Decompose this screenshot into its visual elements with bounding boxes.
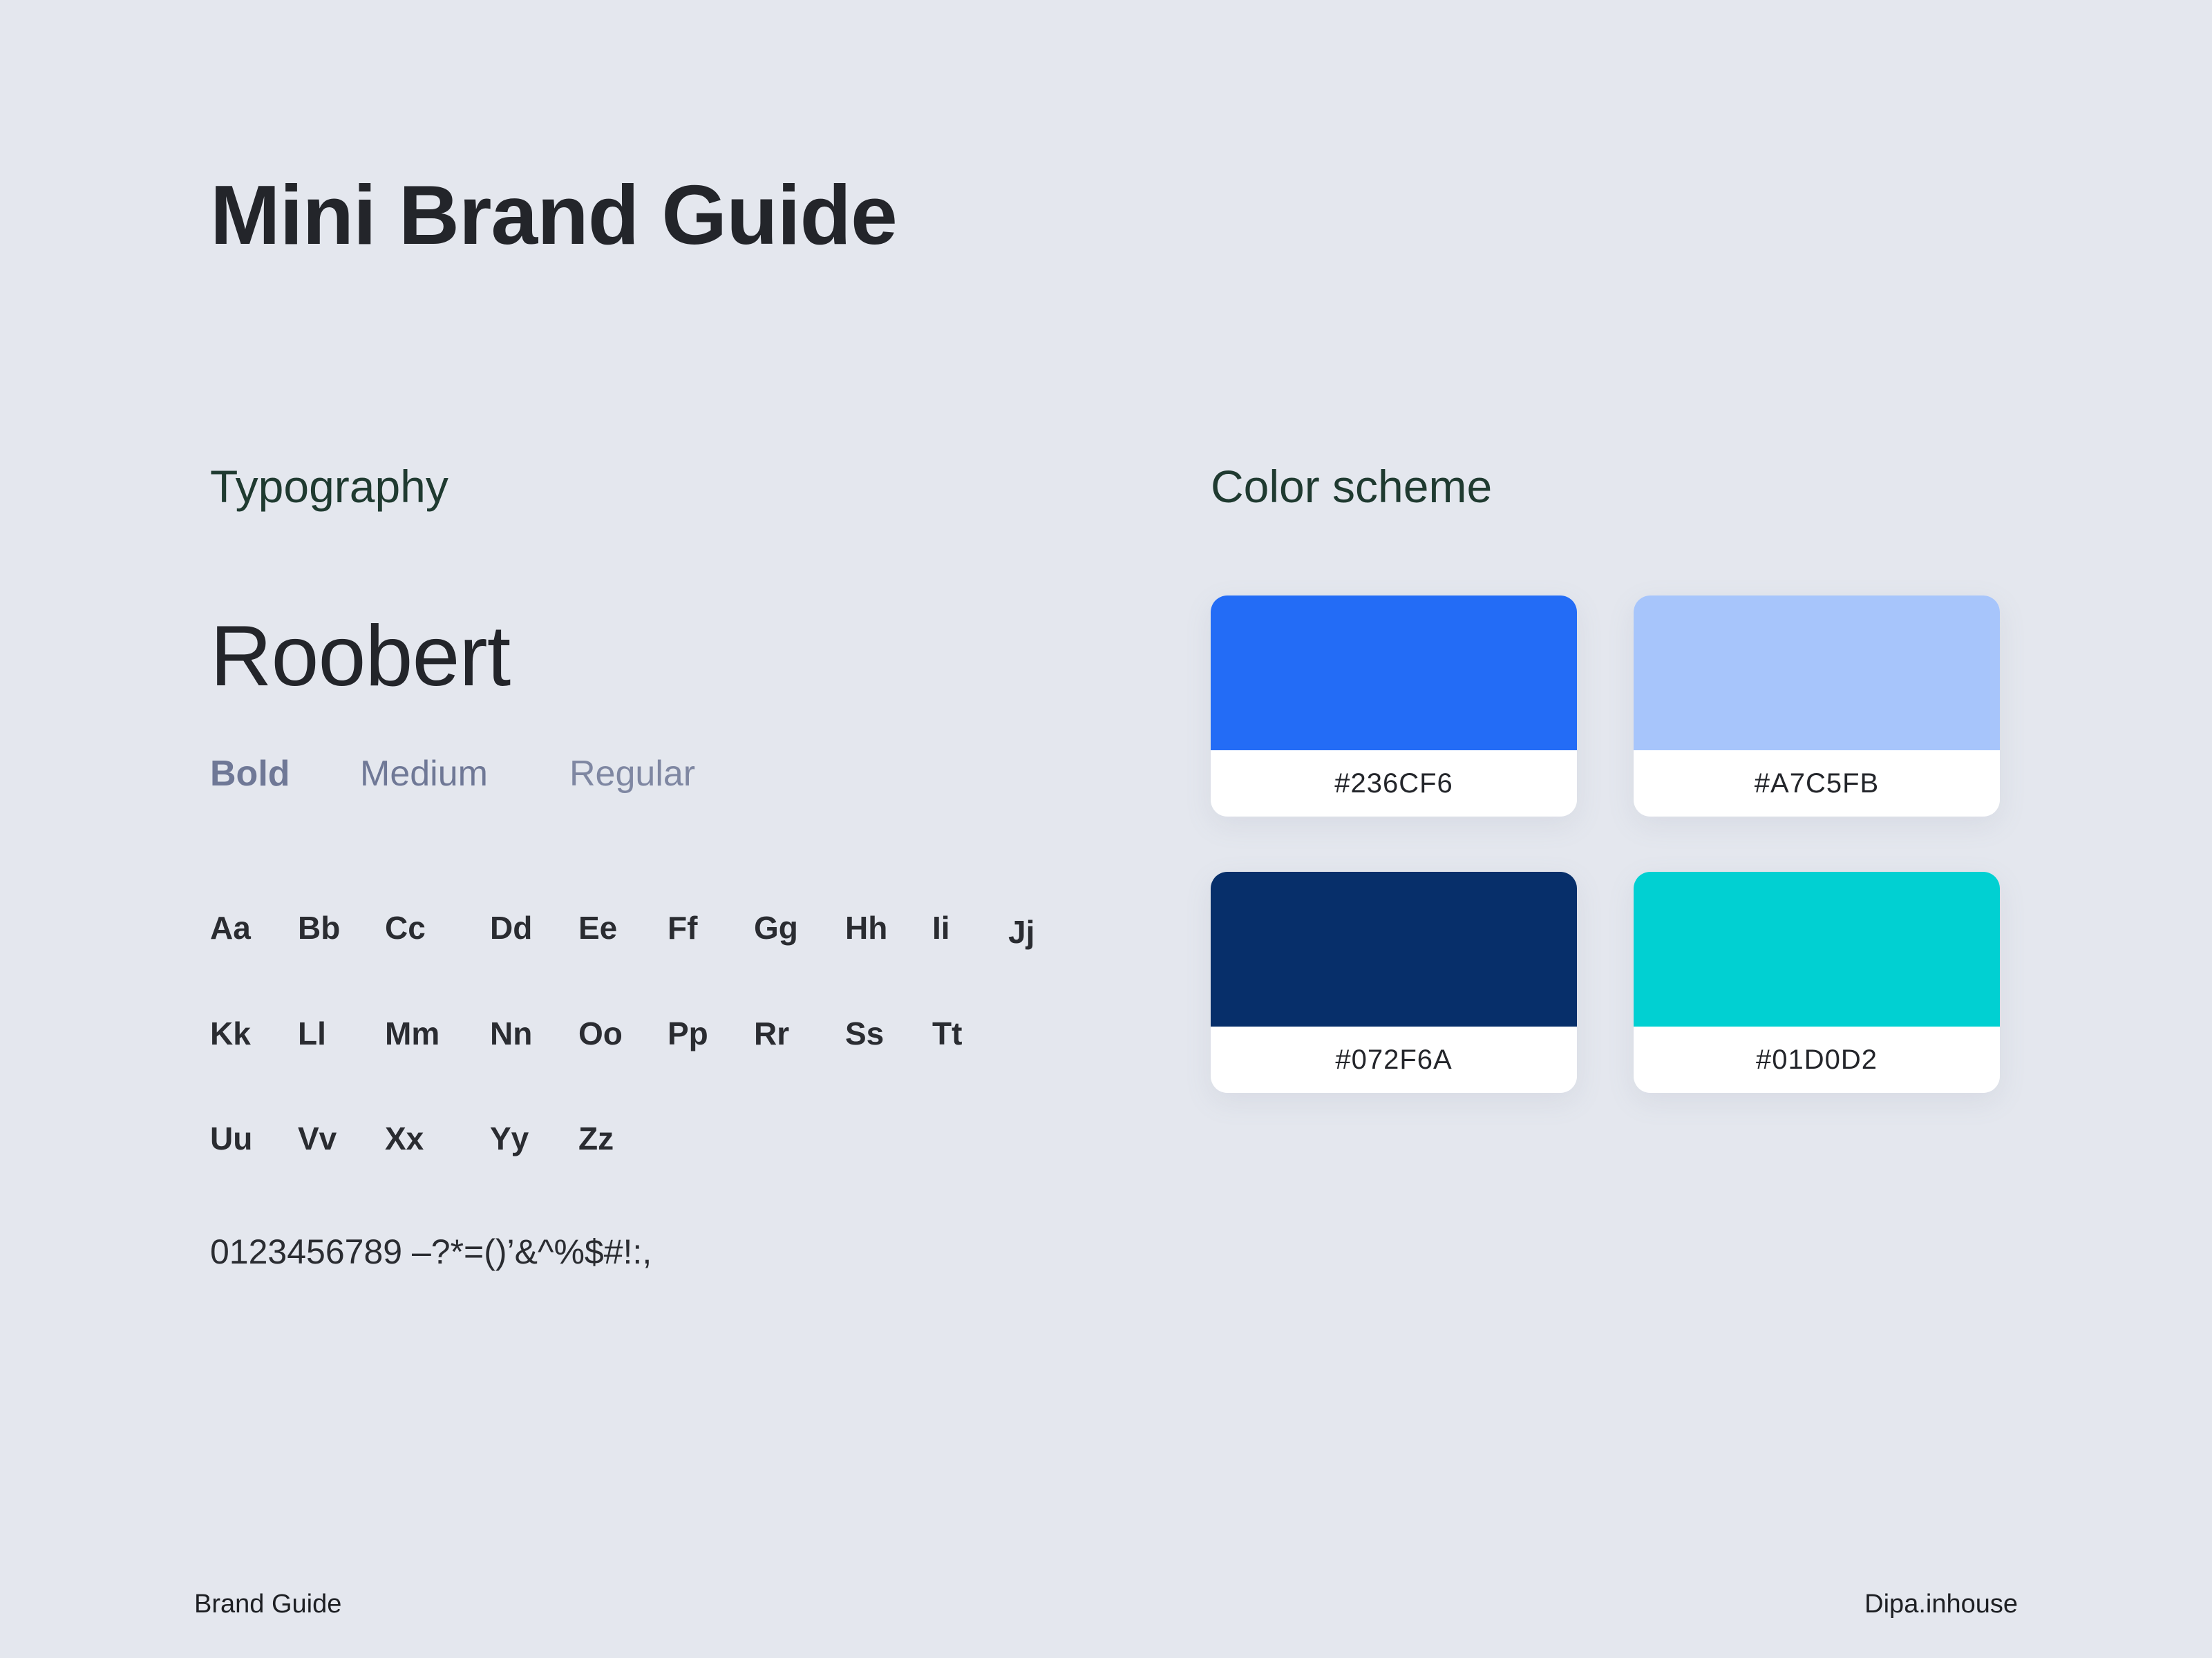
color-hex-label: #236CF6 (1334, 768, 1453, 799)
color-swatch-card: #236CF6 (1211, 595, 1577, 817)
typography-heading: Typography (210, 461, 448, 512)
color-scheme-heading: Color scheme (1211, 461, 1493, 512)
glyph-pair: Xx (385, 1121, 424, 1156)
glyph-pair: Ii (932, 910, 950, 946)
weight-bold: Bold (210, 754, 290, 794)
color-hex-label: #072F6A (1335, 1045, 1453, 1075)
color-swatch-fill (1211, 595, 1577, 750)
color-hex-label: #01D0D2 (1755, 1045, 1878, 1075)
glyph-pair: Ee (578, 910, 618, 946)
glyph-pair: Aa (210, 910, 251, 946)
color-swatch-fill (1211, 872, 1577, 1027)
color-swatch-fill (1634, 872, 2000, 1027)
weight-regular: Regular (569, 754, 696, 794)
glyph-pair: Yy (490, 1121, 529, 1156)
color-swatch-card: #072F6A (1211, 872, 1577, 1093)
glyph-pair: Rr (754, 1016, 790, 1051)
glyph-pair: Hh (845, 910, 888, 946)
footer-author: Dipa.inhouse (1864, 1590, 2018, 1619)
glyph-pair: Pp (668, 1016, 708, 1051)
glyph-pair: Ll (298, 1016, 326, 1051)
glyph-pair: Zz (578, 1121, 614, 1156)
glyph-pair: Kk (210, 1016, 251, 1051)
glyph-pair: Oo (578, 1016, 623, 1051)
color-hex-label: #A7C5FB (1754, 768, 1880, 799)
color-swatch-card: #A7C5FB (1634, 595, 2000, 817)
glyph-pair: Cc (385, 910, 426, 946)
glyph-pair: Vv (298, 1121, 337, 1156)
glyph-pair: Ss (845, 1016, 885, 1051)
glyph-pair: Tt (932, 1016, 963, 1051)
glyph-pair: Nn (490, 1016, 533, 1051)
glyph-pair: Gg (754, 910, 798, 946)
font-name: Roobert (210, 609, 511, 704)
glyph-pair: Mm (385, 1016, 440, 1051)
weight-medium: Medium (360, 754, 488, 794)
glyph-pair: Bb (298, 910, 341, 946)
glyph-pair: Jj (1008, 914, 1035, 950)
footer-brand-guide: Brand Guide (194, 1590, 342, 1619)
numerals-specimen: 0123456789 –?*=()’&^%$#!:, (210, 1232, 652, 1271)
glyph-pair: Ff (668, 910, 698, 946)
page-title: Mini Brand Guide (210, 168, 898, 262)
color-swatch-card: #01D0D2 (1634, 872, 2000, 1093)
glyph-pair: Dd (490, 910, 533, 946)
color-swatch-fill (1634, 595, 2000, 750)
glyph-pair: Uu (210, 1121, 253, 1156)
